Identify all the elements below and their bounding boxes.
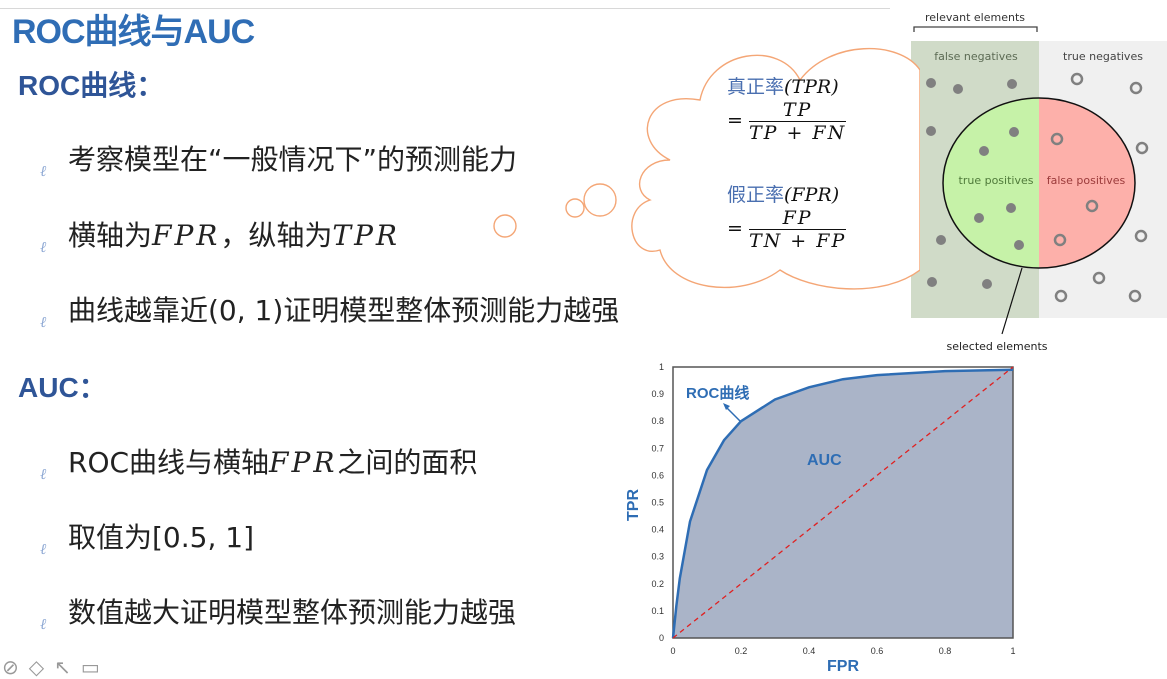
fp-label: false positives bbox=[1047, 174, 1126, 187]
x-tick-label: 1 bbox=[1010, 646, 1015, 656]
roc-bullet-2: 横轴为FPR，纵轴为TPR bbox=[68, 219, 400, 252]
roc-bullet-1: 考察模型在“一般情况下”的预测能力 bbox=[68, 143, 518, 176]
y-tick-label: 0 bbox=[659, 633, 664, 643]
x-tick-label: 0.6 bbox=[871, 646, 884, 656]
x-axis-label: FPR bbox=[827, 658, 859, 675]
auc-heading: AUC： bbox=[18, 372, 107, 403]
y-tick-label: 0.2 bbox=[651, 579, 664, 589]
x-tick-label: 0.8 bbox=[939, 646, 952, 656]
tpr-formula: 真正率(TPR) = TP TP + FN bbox=[727, 76, 847, 144]
camera-icon[interactable]: ▭ bbox=[81, 655, 100, 679]
roc-curve-annotation: ROC曲线 bbox=[686, 384, 749, 402]
roc-bullet-3: 曲线越靠近(0, 1)证明模型整体预测能力越强 bbox=[68, 294, 620, 327]
bullet-icon: ℓ bbox=[40, 465, 47, 483]
fn-label: false negatives bbox=[934, 50, 1018, 63]
pointer-icon[interactable]: ↖ bbox=[54, 655, 71, 679]
y-axis-label: TPR bbox=[625, 489, 642, 521]
eraser-icon[interactable]: ◇ bbox=[29, 655, 44, 679]
tp-label: true positives bbox=[959, 174, 1034, 187]
auc-bullet-1: ROC曲线与横轴FPR之间的面积 bbox=[68, 446, 478, 479]
roc-heading: ROC曲线： bbox=[18, 70, 165, 101]
y-tick-label: 0.3 bbox=[651, 552, 664, 562]
x-tick-label: 0 bbox=[670, 646, 675, 656]
pen-icon[interactable]: ⊘ bbox=[2, 655, 19, 679]
auc-annotation: AUC bbox=[807, 452, 842, 469]
slide-toolbar: ⊘ ◇ ↖ ▭ bbox=[2, 655, 110, 679]
bullet-icon: ℓ bbox=[40, 162, 47, 180]
y-tick-label: 0.1 bbox=[651, 606, 664, 616]
y-tick-label: 1 bbox=[659, 362, 664, 372]
y-tick-label: 0.8 bbox=[651, 416, 664, 426]
tn-label: true negatives bbox=[1063, 50, 1143, 63]
fpr-formula: 假正率(FPR) = FP TN + FP bbox=[727, 184, 847, 252]
y-tick-label: 0.6 bbox=[651, 470, 664, 480]
roc-chart: 0 0.2 0.4 0.6 0.8 1 0 0.1 0.2 0.3 0.4 0.5 0.6 0.7 0.8 0… bbox=[625, 362, 1016, 675]
cloud-shape bbox=[493, 47, 920, 290]
x-tick-label: 0.4 bbox=[803, 646, 816, 656]
bullet-icon: ℓ bbox=[40, 540, 47, 558]
y-tick-label: 0.5 bbox=[651, 498, 664, 508]
thought-cloud bbox=[493, 47, 920, 290]
selected-label: selected elements bbox=[946, 340, 1047, 353]
auc-bullet-3: 数值越大证明模型整体预测能力越强 bbox=[68, 596, 517, 629]
auc-bullet-2: 取值为[0.5, 1] bbox=[68, 521, 254, 554]
y-tick-label: 0.7 bbox=[651, 443, 664, 453]
bullet-icon: ℓ bbox=[40, 615, 47, 633]
y-tick-label: 0.9 bbox=[651, 389, 664, 399]
confusion-diagram: relevant elements false negatives true n… bbox=[911, 11, 1167, 353]
relevant-label: relevant elements bbox=[925, 11, 1025, 24]
slide-title: ROC曲线与AUC bbox=[12, 13, 255, 51]
bullet-icon: ℓ bbox=[40, 313, 47, 331]
x-tick-label: 0.2 bbox=[735, 646, 748, 656]
y-tick-label: 0.4 bbox=[651, 525, 664, 535]
bullet-icon: ℓ bbox=[40, 238, 47, 256]
